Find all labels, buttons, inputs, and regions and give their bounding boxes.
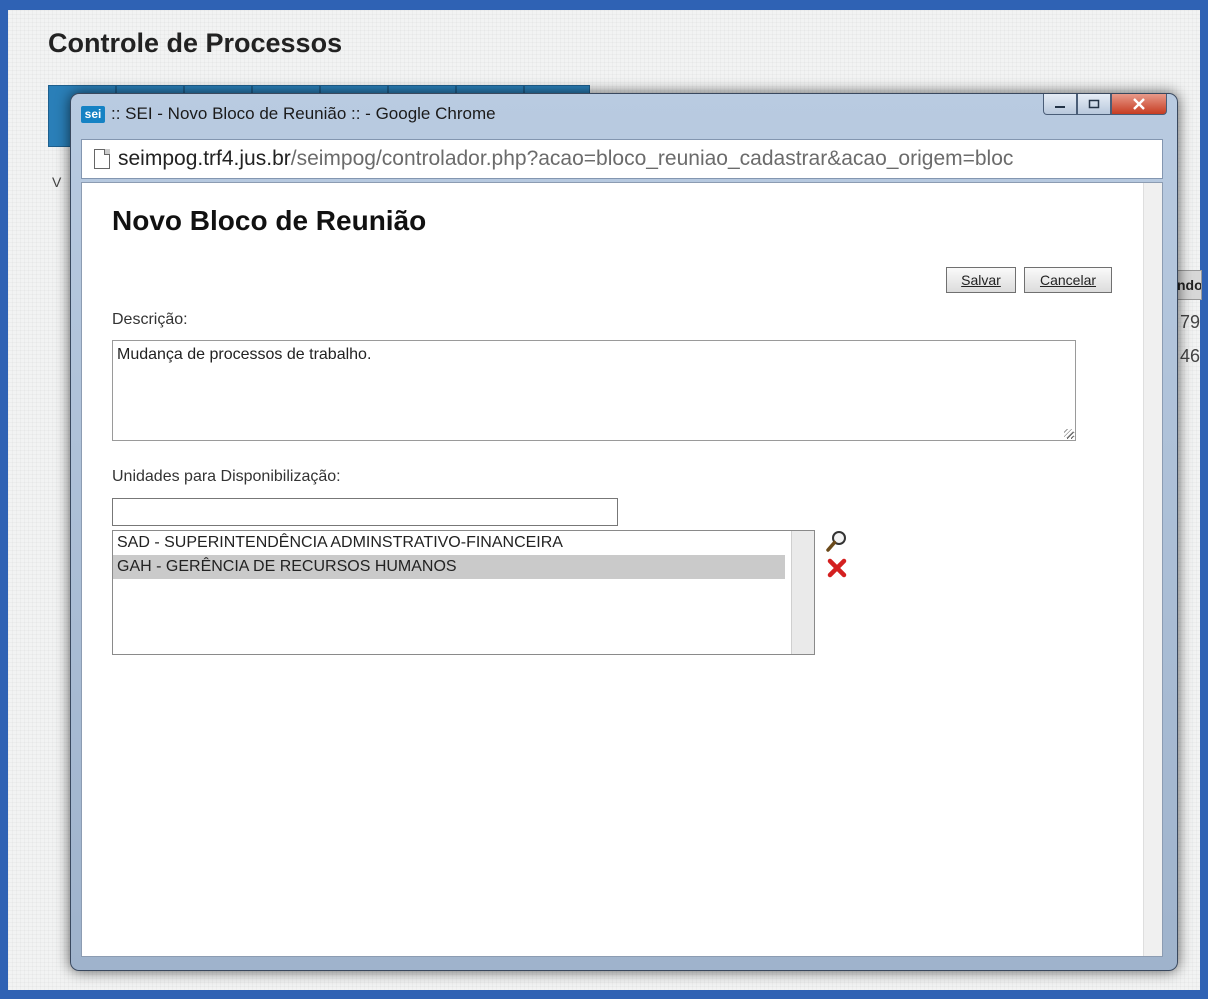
popup-window: sei :: SEI - Novo Bloco de Reunião :: - … — [70, 93, 1178, 971]
cancel-button-label: Cancelar — [1039, 272, 1097, 288]
search-icon[interactable] — [826, 530, 848, 552]
page-title: Novo Bloco de Reunião — [112, 205, 427, 236]
cancel-button[interactable]: Cancelar — [1024, 267, 1112, 293]
maximize-button[interactable] — [1077, 94, 1111, 115]
background-column-header: ndo — [1176, 270, 1202, 300]
close-icon — [1133, 98, 1145, 110]
maximize-icon — [1088, 99, 1100, 109]
background-row-value: 46 — [1180, 346, 1200, 366]
url-path: /seimpog/controlador.php?acao=bloco_reun… — [290, 147, 1014, 170]
remove-icon[interactable] — [826, 557, 848, 579]
resize-grip[interactable] — [1064, 429, 1073, 438]
description-textarea[interactable]: Mudança de processos de trabalho. — [112, 340, 1076, 441]
save-button[interactable]: Salvar — [946, 267, 1016, 293]
units-search-input[interactable] — [112, 498, 618, 526]
window-title: :: SEI - Novo Bloco de Reunião :: - Goog… — [111, 104, 496, 123]
list-item[interactable]: SAD - SUPERINTENDÊNCIA ADMINSTRATIVO-FIN… — [113, 531, 785, 555]
minimize-button[interactable] — [1043, 94, 1077, 115]
page-scrollbar[interactable] — [1143, 183, 1162, 956]
page-icon — [94, 149, 110, 169]
minimize-icon — [1055, 106, 1065, 108]
description-value: Mudança de processos de trabalho. — [117, 346, 372, 363]
background-side-text: V — [52, 174, 62, 190]
units-listbox[interactable]: SAD - SUPERINTENDÊNCIA ADMINSTRATIVO-FIN… — [112, 530, 815, 655]
background-page-title: Controle de Processos — [48, 28, 343, 58]
listbox-scrollbar[interactable] — [791, 531, 814, 654]
sei-app-icon: sei — [81, 106, 105, 123]
page-content: Novo Bloco de Reunião Salvar Cancelar De… — [81, 182, 1163, 957]
background-row-value: 79 — [1180, 312, 1200, 332]
window-controls — [1043, 94, 1167, 116]
list-item-selected[interactable]: GAH - GERÊNCIA DE RECURSOS HUMANOS — [113, 555, 785, 579]
address-bar[interactable]: seimpog.trf4.jus.br/seimpog/controlador.… — [81, 139, 1163, 179]
save-button-label: Salvar — [961, 272, 1001, 288]
description-label: Descrição: — [112, 311, 188, 328]
units-label: Unidades para Disponibilização: — [112, 468, 341, 485]
url-host: seimpog.trf4.jus.br — [118, 147, 291, 170]
close-button[interactable] — [1111, 94, 1167, 115]
